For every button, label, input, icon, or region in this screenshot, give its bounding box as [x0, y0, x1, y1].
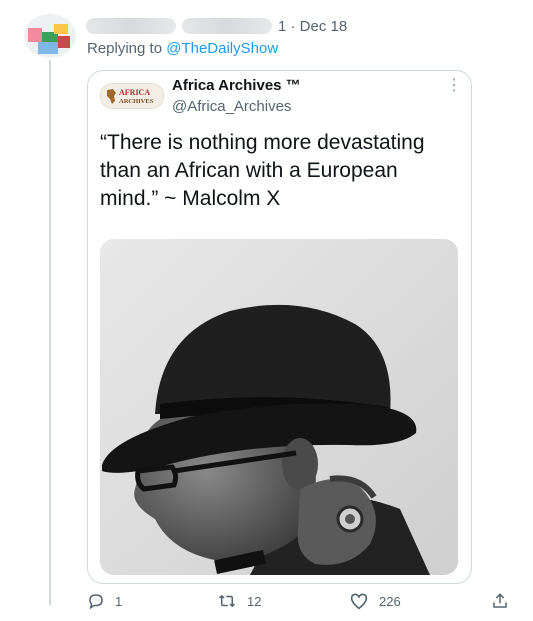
reply-action[interactable]: 1: [87, 592, 122, 610]
thread-line: [49, 60, 51, 605]
quoted-handle[interactable]: @Africa_Archives: [172, 98, 291, 115]
redacted-name: [86, 18, 176, 34]
reply-icon[interactable]: [87, 592, 105, 610]
timestamp[interactable]: 1 · Dec 18: [278, 18, 347, 35]
redacted-handle: [182, 18, 272, 34]
like-count: 226: [379, 593, 401, 609]
logo-mark-icon: AFRICA ARCHIVES: [107, 88, 154, 105]
africa-archives-logo[interactable]: AFRICA ARCHIVES: [100, 83, 164, 109]
retweet-icon[interactable]: [217, 592, 237, 610]
replying-to: Replying to @TheDailyShow: [87, 40, 278, 57]
tweet-actions: 1 12 226: [87, 592, 527, 616]
kebab-icon[interactable]: ⋮: [446, 75, 463, 95]
svg-text:AFRICA: AFRICA: [119, 88, 150, 97]
like-action[interactable]: 226: [349, 592, 401, 610]
retweet-action[interactable]: 12: [217, 592, 261, 610]
replying-prefix: Replying to: [87, 40, 163, 57]
like-icon[interactable]: [349, 592, 369, 610]
reply-count: 1: [115, 593, 123, 609]
retweet-count: 12: [247, 593, 262, 609]
quoted-tweet-card[interactable]: AFRICA ARCHIVES Africa Archives ™ @Afric…: [87, 70, 472, 584]
share-action[interactable]: [491, 592, 509, 610]
quoted-text: “There is nothing more devastating than …: [100, 131, 425, 210]
quoted-name[interactable]: Africa Archives ™: [172, 77, 301, 94]
replying-handle-link[interactable]: @TheDailyShow: [166, 40, 278, 57]
tweet-meta: 1 · Dec 18: [86, 15, 347, 37]
svg-text:ARCHIVES: ARCHIVES: [119, 98, 154, 105]
photo-malcolm-x: [100, 239, 458, 575]
avatar[interactable]: [24, 14, 76, 58]
quoted-photo[interactable]: [100, 239, 458, 575]
share-icon[interactable]: [491, 592, 509, 610]
